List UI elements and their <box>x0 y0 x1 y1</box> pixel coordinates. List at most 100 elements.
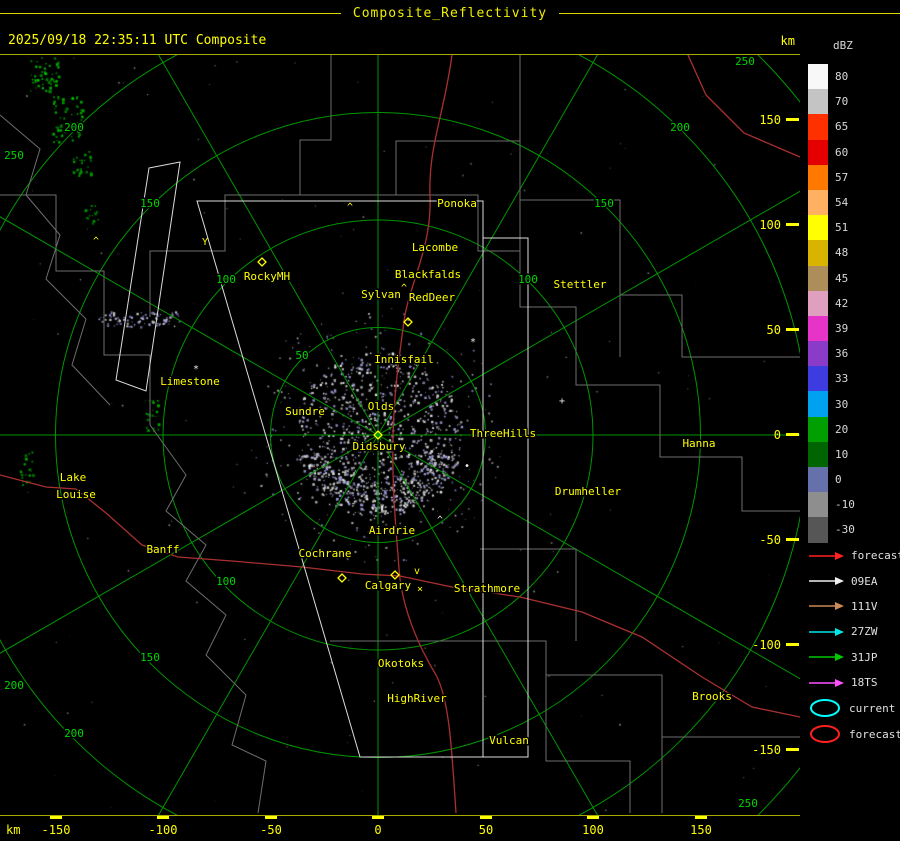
dbz-swatch <box>808 189 828 216</box>
dbz-scale-row--30: -30 <box>808 517 855 543</box>
legend-label: current <box>849 701 896 715</box>
y-axis-unit: km <box>780 34 795 48</box>
dbz-swatch <box>808 164 828 190</box>
dbz-scale-row-30: 30 <box>808 391 855 417</box>
y-axis-label: -50 <box>759 533 781 547</box>
ring-label: 200 <box>4 679 24 692</box>
y-axis-label: 150 <box>759 113 781 127</box>
dbz-scale-row-48: 48 <box>808 240 855 266</box>
legend-item-111v: 111V <box>808 594 900 619</box>
dbz-scale-row-36: 36 <box>808 341 855 367</box>
map-glyph-marker: + <box>559 396 565 407</box>
ellipse-icon <box>810 699 840 718</box>
dbz-swatch <box>808 467 828 493</box>
dbz-swatch <box>808 64 828 90</box>
dbz-scale-label: 33 <box>835 372 849 386</box>
dbz-scale-row-80: 80 <box>808 64 855 90</box>
dbz-scale-row-57: 57 <box>808 164 855 190</box>
x-axis-label: 150 <box>690 823 712 837</box>
city-label-sylvan: Sylvan <box>361 288 401 301</box>
dbz-scale-row-54: 54 <box>808 189 855 216</box>
arrow-icon <box>809 577 844 586</box>
ring-label: 50 <box>295 349 308 362</box>
city-label-lake: Lake <box>60 471 87 484</box>
dbz-swatch <box>808 391 828 417</box>
legend-label: 31JP <box>851 650 878 664</box>
ring-label: 250 <box>738 797 758 810</box>
x-axis-label: 0 <box>374 823 382 837</box>
ring-label: 200 <box>670 121 690 134</box>
arrow-icon <box>809 678 844 687</box>
dbz-scale-row-70: 70 <box>808 89 855 115</box>
city-label-drumheller: Drumheller <box>555 485 622 498</box>
dbz-swatch <box>808 492 828 518</box>
x-axis-label: -150 <box>41 823 71 837</box>
dbz-scale-label: 36 <box>835 347 849 361</box>
dbz-swatch <box>808 89 828 115</box>
timestamp: 2025/09/18 22:35:11 UTC Composite <box>8 33 267 48</box>
legend-label: 18TS <box>851 676 878 690</box>
dbz-swatch <box>808 215 828 241</box>
map-glyph-marker: ^ <box>347 202 353 213</box>
radar-map-viewport[interactable]: 50 100 150 200 100 150 200 250 100 150 200 250 200 25… <box>0 54 801 816</box>
titlebar: Composite_Reflectivity <box>0 0 900 27</box>
city-label-calgary: Calgary <box>365 579 412 592</box>
dbz-scale-label: 65 <box>835 120 849 134</box>
legend: forecast 09EA 111V 27ZW 31JP 18TS current forec… <box>808 543 900 747</box>
window-title: Composite_Reflectivity <box>352 6 548 21</box>
x-axis-tick <box>695 816 707 819</box>
city-label-lacombe: Lacombe <box>412 241 458 254</box>
x-axis-tick <box>587 816 599 819</box>
y-axis-label: -150 <box>752 743 781 757</box>
map-glyph-marker: ^ <box>401 283 407 294</box>
map-glyph-marker: ^ <box>93 236 99 247</box>
city-label-sundre: Sundre <box>285 405 325 418</box>
city-labels: Ponoka Lacombe Blackfalds Sylvan RedDeer Stet… <box>55 196 734 749</box>
y-axis-label: 50 <box>767 323 781 337</box>
titlebar-rule-left <box>0 13 341 14</box>
site-diamond-marker <box>257 257 267 267</box>
city-label-highriver: HighRiver <box>387 692 447 705</box>
dbz-scale-label: 45 <box>835 271 849 285</box>
map-glyph-marker: × <box>417 584 423 595</box>
map-glyph-marker: * <box>193 364 199 375</box>
arrow-icon <box>809 551 844 560</box>
ring-label: 100 <box>518 273 538 286</box>
city-label-strathmore: Strathmore <box>454 582 520 595</box>
y-axis-tick <box>786 328 799 331</box>
arrow-icon <box>809 602 844 611</box>
arrow-icon <box>809 627 844 636</box>
city-label-vulcan: Vulcan <box>489 734 529 747</box>
ring-labels: 50 100 150 200 100 150 200 250 100 150 200 250 200 25… <box>3 55 760 812</box>
dbz-scale-label: -30 <box>835 523 855 537</box>
ring-label: 250 <box>735 55 755 68</box>
site-diamond-marker <box>403 317 413 327</box>
dbz-scale-label: -10 <box>835 498 855 512</box>
dbz-scale-label: 10 <box>835 447 849 461</box>
y-axis-tick <box>786 748 799 751</box>
x-axis: km -150 -100 -50 0 50 100 150 <box>0 815 800 841</box>
city-label-rockymh: RockyMH <box>244 270 290 283</box>
city-label-banff: Banff <box>146 543 179 556</box>
ring-label: 150 <box>140 651 160 664</box>
ellipse-icon <box>810 725 840 744</box>
ring-label: 200 <box>64 121 84 134</box>
x-axis-label: -50 <box>260 823 282 837</box>
ring-label: 250 <box>4 149 24 162</box>
sidebar: dBZ 80 70 65 60 57 54 51 48 45 42 39 36 33 30 20 10 0 -10… <box>800 27 900 841</box>
dbz-swatch <box>808 114 828 140</box>
map-glyph-marker: ^ <box>437 515 443 526</box>
legend-item-27zw: 27ZW <box>808 619 900 644</box>
x-axis-tick <box>50 816 62 819</box>
city-label-ponoka: Ponoka <box>437 197 477 210</box>
dbz-swatch <box>808 341 828 367</box>
dbz-scale-row--10: -10 <box>808 492 855 518</box>
x-axis-label: 50 <box>478 823 494 837</box>
legend-item-current-ellipse: current <box>808 695 900 721</box>
dbz-swatch <box>808 517 828 543</box>
dbz-scale-title: dBZ <box>833 39 853 52</box>
dbz-scale-row-0: 0 <box>808 467 855 493</box>
legend-item-forecast-ellipse: forecast <box>808 721 900 747</box>
dbz-scale-label: 48 <box>835 246 849 260</box>
ring-label: 150 <box>594 197 614 210</box>
